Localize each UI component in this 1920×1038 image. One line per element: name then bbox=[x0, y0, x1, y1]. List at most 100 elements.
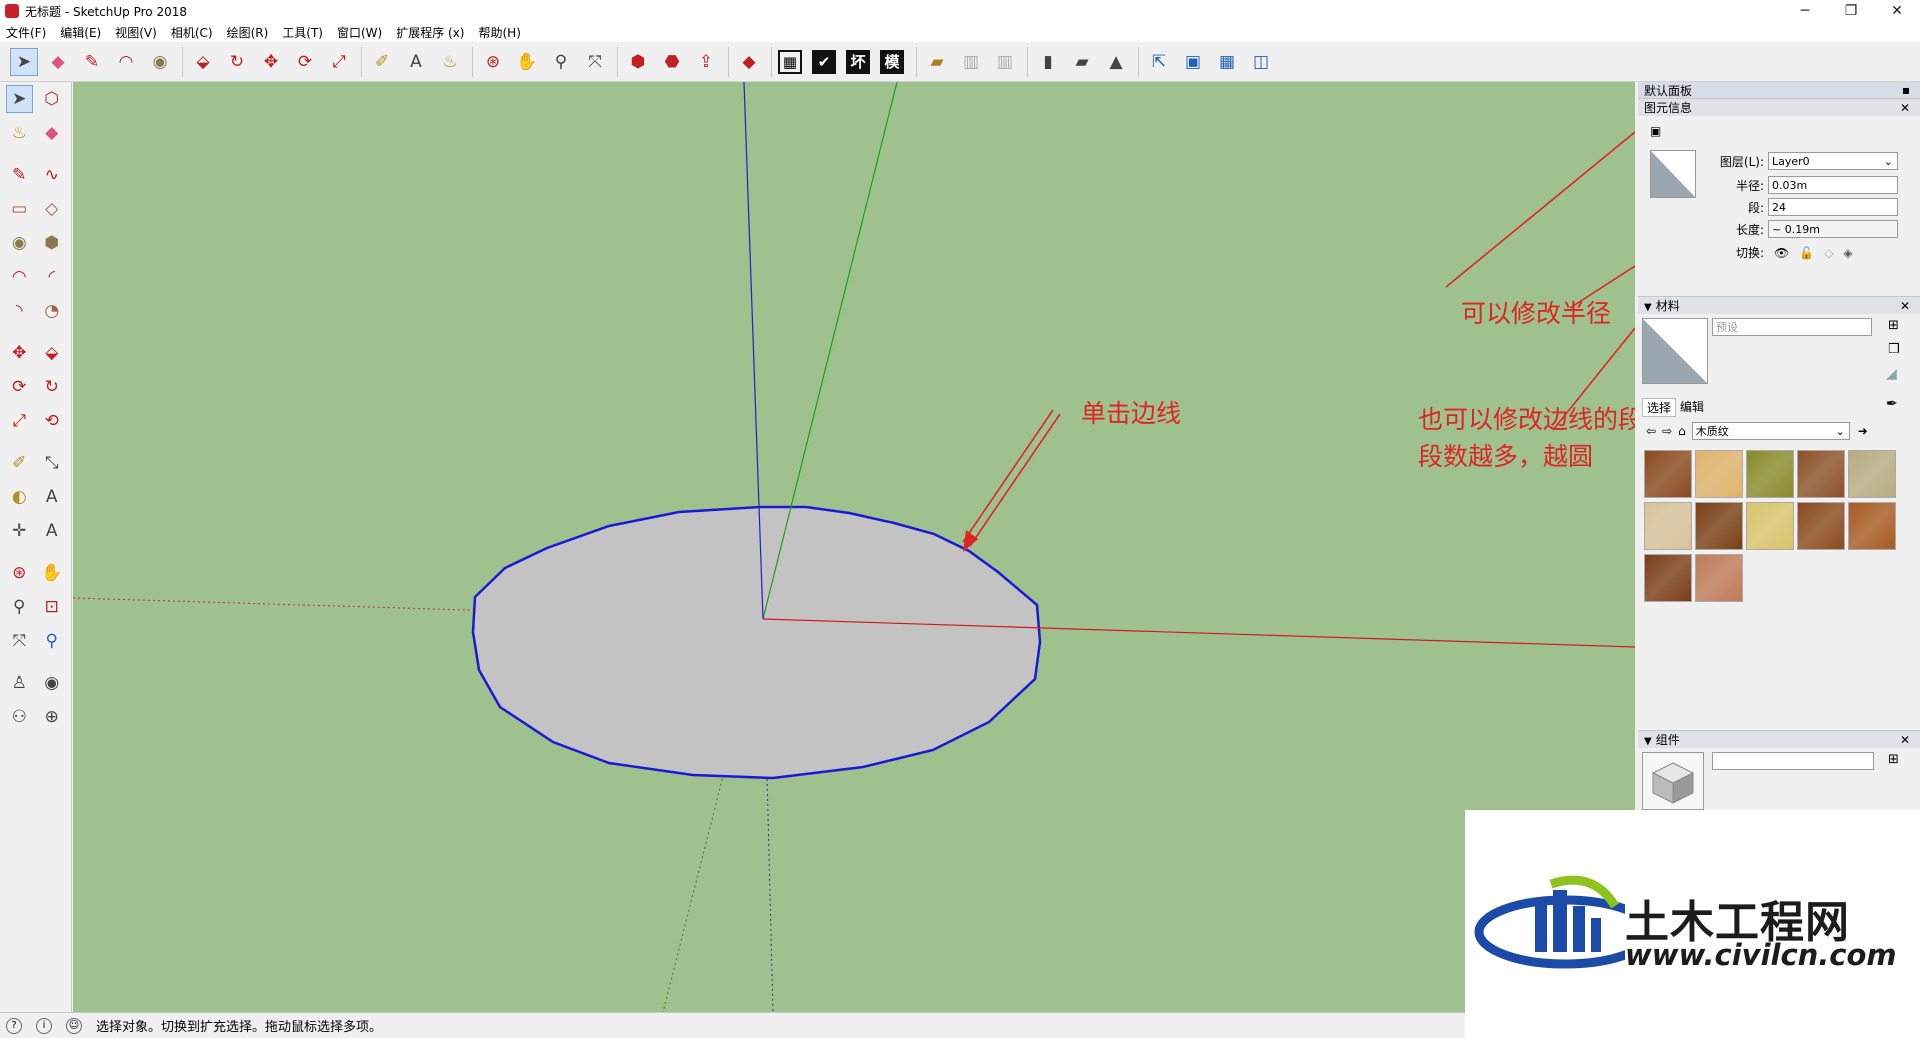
make-component-icon[interactable]: ⬡ bbox=[39, 85, 65, 113]
pie-tool-icon[interactable]: ◔ bbox=[39, 297, 66, 325]
material-swatch[interactable] bbox=[1644, 450, 1692, 498]
sandbox-stack-icon[interactable]: ◫ bbox=[1247, 48, 1275, 76]
text-tool-icon[interactable]: A bbox=[39, 483, 66, 511]
pan-tool-icon[interactable]: ✋ bbox=[39, 559, 66, 587]
offset-tool-icon[interactable]: ⟲ bbox=[39, 407, 66, 435]
upload-icon[interactable]: ⇪ bbox=[692, 48, 720, 76]
rectangle-tool-icon[interactable]: ▭ bbox=[6, 195, 33, 223]
eraser-solid-icon[interactable]: ▰ bbox=[1068, 48, 1096, 76]
arc-tool-icon[interactable]: ◠ bbox=[112, 48, 140, 76]
cast-shadow-icon[interactable]: ◇ bbox=[1824, 246, 1833, 260]
components-header[interactable]: ▼ 组件 ✕ bbox=[1638, 730, 1920, 748]
visibility-eye-icon[interactable]: 👁 bbox=[1774, 246, 1789, 260]
eraser-tool-icon[interactable]: ◆ bbox=[39, 119, 66, 147]
two-point-arc-icon[interactable]: ◜ bbox=[39, 263, 66, 291]
selected-circle-face[interactable] bbox=[471, 505, 1042, 780]
maximize-button[interactable]: ❐ bbox=[1828, 0, 1874, 22]
select-tool-icon[interactable]: ➤ bbox=[6, 85, 33, 113]
protractor-icon[interactable]: ◐ bbox=[6, 483, 33, 511]
user-icon[interactable]: ☺ bbox=[66, 1017, 82, 1034]
material-swatch[interactable] bbox=[1644, 554, 1692, 602]
weight-icon[interactable]: ▲ bbox=[1102, 48, 1130, 76]
tape-measure-icon[interactable]: ✐ bbox=[368, 48, 396, 76]
layer-select[interactable]: Layer0 ⌄ bbox=[1768, 152, 1898, 170]
solid-cylinder-icon[interactable]: ▮ bbox=[1034, 48, 1062, 76]
menu-file[interactable]: 文件(F) bbox=[6, 24, 46, 41]
previous-view-icon[interactable]: ⚲ bbox=[39, 627, 66, 655]
close-icon[interactable]: ✕ bbox=[1900, 101, 1910, 115]
zoom-tool-icon[interactable]: ⚲ bbox=[6, 593, 33, 621]
menu-view[interactable]: 视图(V) bbox=[115, 24, 157, 41]
plugin-bad-icon[interactable]: 坏 bbox=[846, 49, 870, 74]
material-swatch[interactable] bbox=[1848, 450, 1896, 498]
pin-icon[interactable]: ▪ bbox=[1902, 83, 1910, 97]
scale-tool-icon[interactable]: ⤢ bbox=[6, 407, 33, 435]
arc-tool-icon[interactable]: ◠ bbox=[6, 263, 33, 291]
tab-edit[interactable]: 编辑 bbox=[1676, 398, 1708, 417]
look-around-icon[interactable]: ◉ bbox=[39, 669, 66, 697]
info-icon[interactable]: i bbox=[36, 1017, 52, 1034]
rotated-rectangle-icon[interactable]: ◇ bbox=[39, 195, 66, 223]
menu-help[interactable]: 帮助(H) bbox=[478, 24, 520, 41]
move-tool-icon[interactable]: ✥ bbox=[6, 339, 33, 367]
follow-me-icon[interactable]: ↻ bbox=[223, 48, 251, 76]
radius-input[interactable]: 0.03m bbox=[1768, 176, 1898, 194]
forward-icon[interactable]: ⇨ bbox=[1662, 424, 1672, 438]
circle-tool-icon[interactable]: ◉ bbox=[6, 229, 33, 257]
paint-bucket-icon[interactable]: ♨ bbox=[436, 48, 464, 76]
menu-tools[interactable]: 工具(T) bbox=[282, 24, 323, 41]
follow-me-icon[interactable]: ↻ bbox=[39, 373, 66, 401]
select-tool-icon[interactable]: ➤ bbox=[10, 47, 38, 76]
material-cube-icon[interactable]: ❒ bbox=[1888, 342, 1900, 357]
sandbox-layer-icon[interactable]: ▣ bbox=[1179, 48, 1207, 76]
material-name-input[interactable]: 预设 bbox=[1712, 318, 1872, 336]
tab-select[interactable]: 选择 bbox=[1642, 398, 1677, 417]
eraser-tool-icon[interactable]: ◆ bbox=[44, 48, 72, 76]
menu-edit[interactable]: 编辑(E) bbox=[60, 24, 101, 41]
layers-panel-icon[interactable]: ▰ bbox=[923, 48, 951, 76]
material-swatch[interactable] bbox=[1848, 502, 1896, 550]
menu-window[interactable]: 窗口(W) bbox=[337, 24, 382, 41]
dimension-tool-icon[interactable]: ⤡ bbox=[39, 449, 66, 477]
freehand-tool-icon[interactable]: ∿ bbox=[39, 161, 66, 189]
move-tool-icon[interactable]: ✥ bbox=[257, 48, 285, 76]
tape-measure-icon[interactable]: ✐ bbox=[6, 449, 33, 477]
share-model-icon[interactable]: ⬣ bbox=[658, 48, 686, 76]
menu-draw[interactable]: 绘图(R) bbox=[227, 24, 269, 41]
zoom-extents-icon[interactable]: ⤧ bbox=[581, 48, 609, 76]
3d-text-icon[interactable]: A bbox=[39, 517, 66, 545]
segments-input[interactable]: 24 bbox=[1768, 198, 1898, 216]
menu-extensions[interactable]: 扩展程序 (x) bbox=[396, 24, 464, 41]
axes-tool-icon[interactable]: ✛ bbox=[6, 517, 33, 545]
menu-camera[interactable]: 相机(C) bbox=[171, 24, 213, 41]
orbit-tool-icon[interactable]: ⊛ bbox=[6, 559, 33, 587]
lock-icon[interactable]: 🔓 bbox=[1799, 246, 1814, 260]
polygon-tool-icon[interactable]: ⬢ bbox=[39, 229, 66, 257]
entity-info-header[interactable]: 图元信息 ✕ bbox=[1638, 98, 1920, 116]
scale-tool-icon[interactable]: ⤢ bbox=[325, 48, 353, 76]
back-icon[interactable]: ⇦ bbox=[1646, 424, 1656, 438]
section-display-icon[interactable]: ▥ bbox=[991, 48, 1019, 76]
text-tool-icon[interactable]: A bbox=[402, 48, 430, 76]
position-camera-icon[interactable]: ♙ bbox=[6, 669, 33, 697]
three-point-arc-icon[interactable]: ◝ bbox=[6, 297, 33, 325]
section-plane-icon[interactable]: ▥ bbox=[957, 48, 985, 76]
details-arrow-icon[interactable]: ➜ bbox=[1858, 424, 1868, 438]
paint-bucket-icon[interactable]: ♨ bbox=[6, 119, 33, 147]
sample-paint-icon[interactable]: ✒ bbox=[1886, 396, 1898, 412]
zoom-window-icon[interactable]: ⊡ bbox=[39, 593, 66, 621]
rotate-tool-icon[interactable]: ⟳ bbox=[291, 48, 319, 76]
sandbox-select-icon[interactable]: ⇱ bbox=[1145, 48, 1173, 76]
plugin-check-icon[interactable]: ✔ bbox=[812, 49, 836, 74]
add-component-icon[interactable]: ⊞ bbox=[1888, 752, 1899, 767]
rotate-tool-icon[interactable]: ⟳ bbox=[6, 373, 33, 401]
close-icon[interactable]: ✕ bbox=[1900, 733, 1910, 747]
warehouse-icon[interactable]: ⬢ bbox=[624, 48, 652, 76]
plugin-model-icon[interactable]: 模 bbox=[880, 49, 904, 74]
close-icon[interactable]: ✕ bbox=[1900, 299, 1910, 313]
orbit-tool-icon[interactable]: ⊛ bbox=[479, 48, 507, 76]
default-material-icon[interactable]: ◢ bbox=[1886, 366, 1897, 382]
walk-tool-icon[interactable]: ⚇ bbox=[6, 703, 33, 731]
circle-tool-icon[interactable]: ◉ bbox=[146, 48, 174, 76]
drawing-viewport[interactable]: 单击边线 可以修改半径 也可以修改边线的段数 段数越多，越圆 bbox=[73, 82, 1635, 1012]
